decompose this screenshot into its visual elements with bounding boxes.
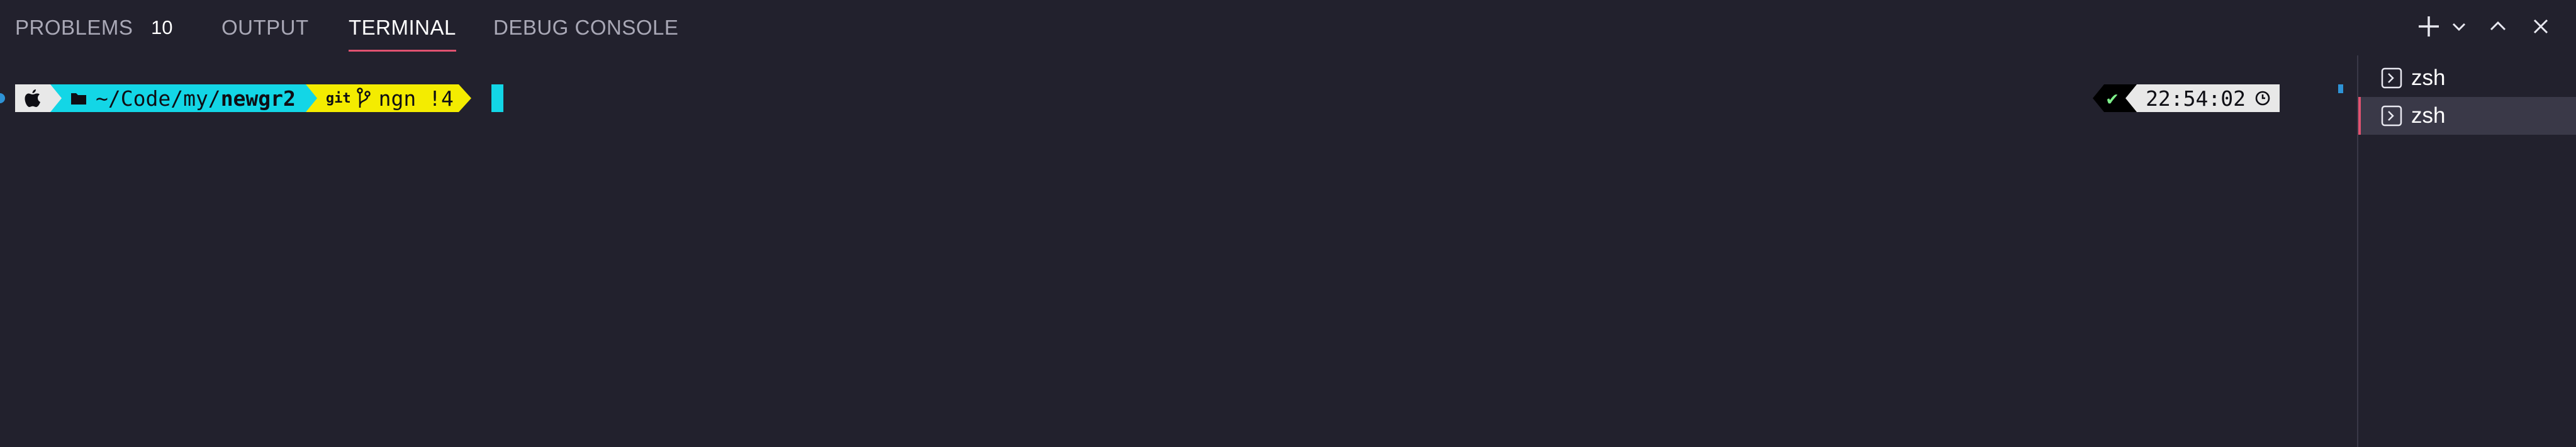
- segment-separator: [50, 84, 62, 112]
- folder-icon: [71, 93, 86, 105]
- terminal-output[interactable]: ~/Code/my/newgr2 git ngn !4 ✔ 22:54:02: [0, 55, 2357, 447]
- launch-profile-button[interactable]: [2440, 9, 2478, 44]
- terminal-icon: [2381, 67, 2402, 89]
- segment-separator: [305, 84, 317, 112]
- tab-terminal[interactable]: TERMINAL: [349, 14, 456, 52]
- close-icon: [2533, 19, 2548, 34]
- git-label: git: [325, 90, 351, 106]
- maximize-panel-button[interactable]: [2480, 9, 2516, 44]
- terminal-cursor: [491, 84, 503, 112]
- time-text: 22:54:02: [2146, 86, 2246, 111]
- branch-name: ngn !4: [378, 86, 454, 111]
- path-current-dir: newgr2: [220, 86, 296, 111]
- chevron-down-icon: [2452, 23, 2466, 31]
- git-segment: git ngn !4: [316, 84, 459, 112]
- segment-separator: [2125, 84, 2137, 112]
- terminal-panel: PROBLEMS 10 OUTPUT TERMINAL DEBUG CONSOL…: [0, 0, 2576, 447]
- terminal-tab-label: zsh: [2411, 103, 2446, 128]
- path-segment: ~/Code/my/newgr2: [62, 84, 306, 112]
- problems-count-badge: 10: [151, 16, 173, 38]
- chevron-up-icon: [2490, 21, 2506, 31]
- close-panel-button[interactable]: [2523, 9, 2558, 44]
- terminal-tab-zsh-2[interactable]: zsh: [2358, 97, 2576, 135]
- exit-status-segment: ✔: [2104, 84, 2126, 112]
- segment-separator: [2093, 84, 2104, 112]
- time-segment: 22:54:02: [2137, 84, 2280, 112]
- terminal-tab-zsh-1[interactable]: zsh: [2358, 59, 2576, 97]
- path-text: ~/Code/my/: [96, 86, 221, 111]
- plus-icon: [2419, 16, 2439, 37]
- terminal-tabs-list: zsh zsh: [2357, 55, 2576, 447]
- terminal-tab-label: zsh: [2411, 65, 2446, 90]
- clock-icon: [2255, 91, 2270, 106]
- apple-icon: [25, 89, 40, 107]
- command-decoration: [0, 93, 5, 103]
- scrollbar-marker: [2338, 84, 2343, 93]
- shell-prompt: ~/Code/my/newgr2 git ngn !4: [15, 84, 503, 112]
- panel-tab-bar: PROBLEMS 10 OUTPUT TERMINAL DEBUG CONSOL…: [0, 0, 2576, 55]
- check-icon: ✔: [2107, 87, 2119, 110]
- tab-debug-console[interactable]: DEBUG CONSOLE: [493, 14, 678, 42]
- segment-separator: [458, 84, 471, 112]
- tab-output[interactable]: OUTPUT: [221, 14, 309, 42]
- os-segment: [15, 84, 50, 112]
- branch-icon: [356, 88, 371, 108]
- right-prompt: ✔ 22:54:02: [2093, 84, 2280, 112]
- terminal-icon: [2381, 105, 2402, 127]
- tab-problems[interactable]: PROBLEMS: [15, 14, 133, 42]
